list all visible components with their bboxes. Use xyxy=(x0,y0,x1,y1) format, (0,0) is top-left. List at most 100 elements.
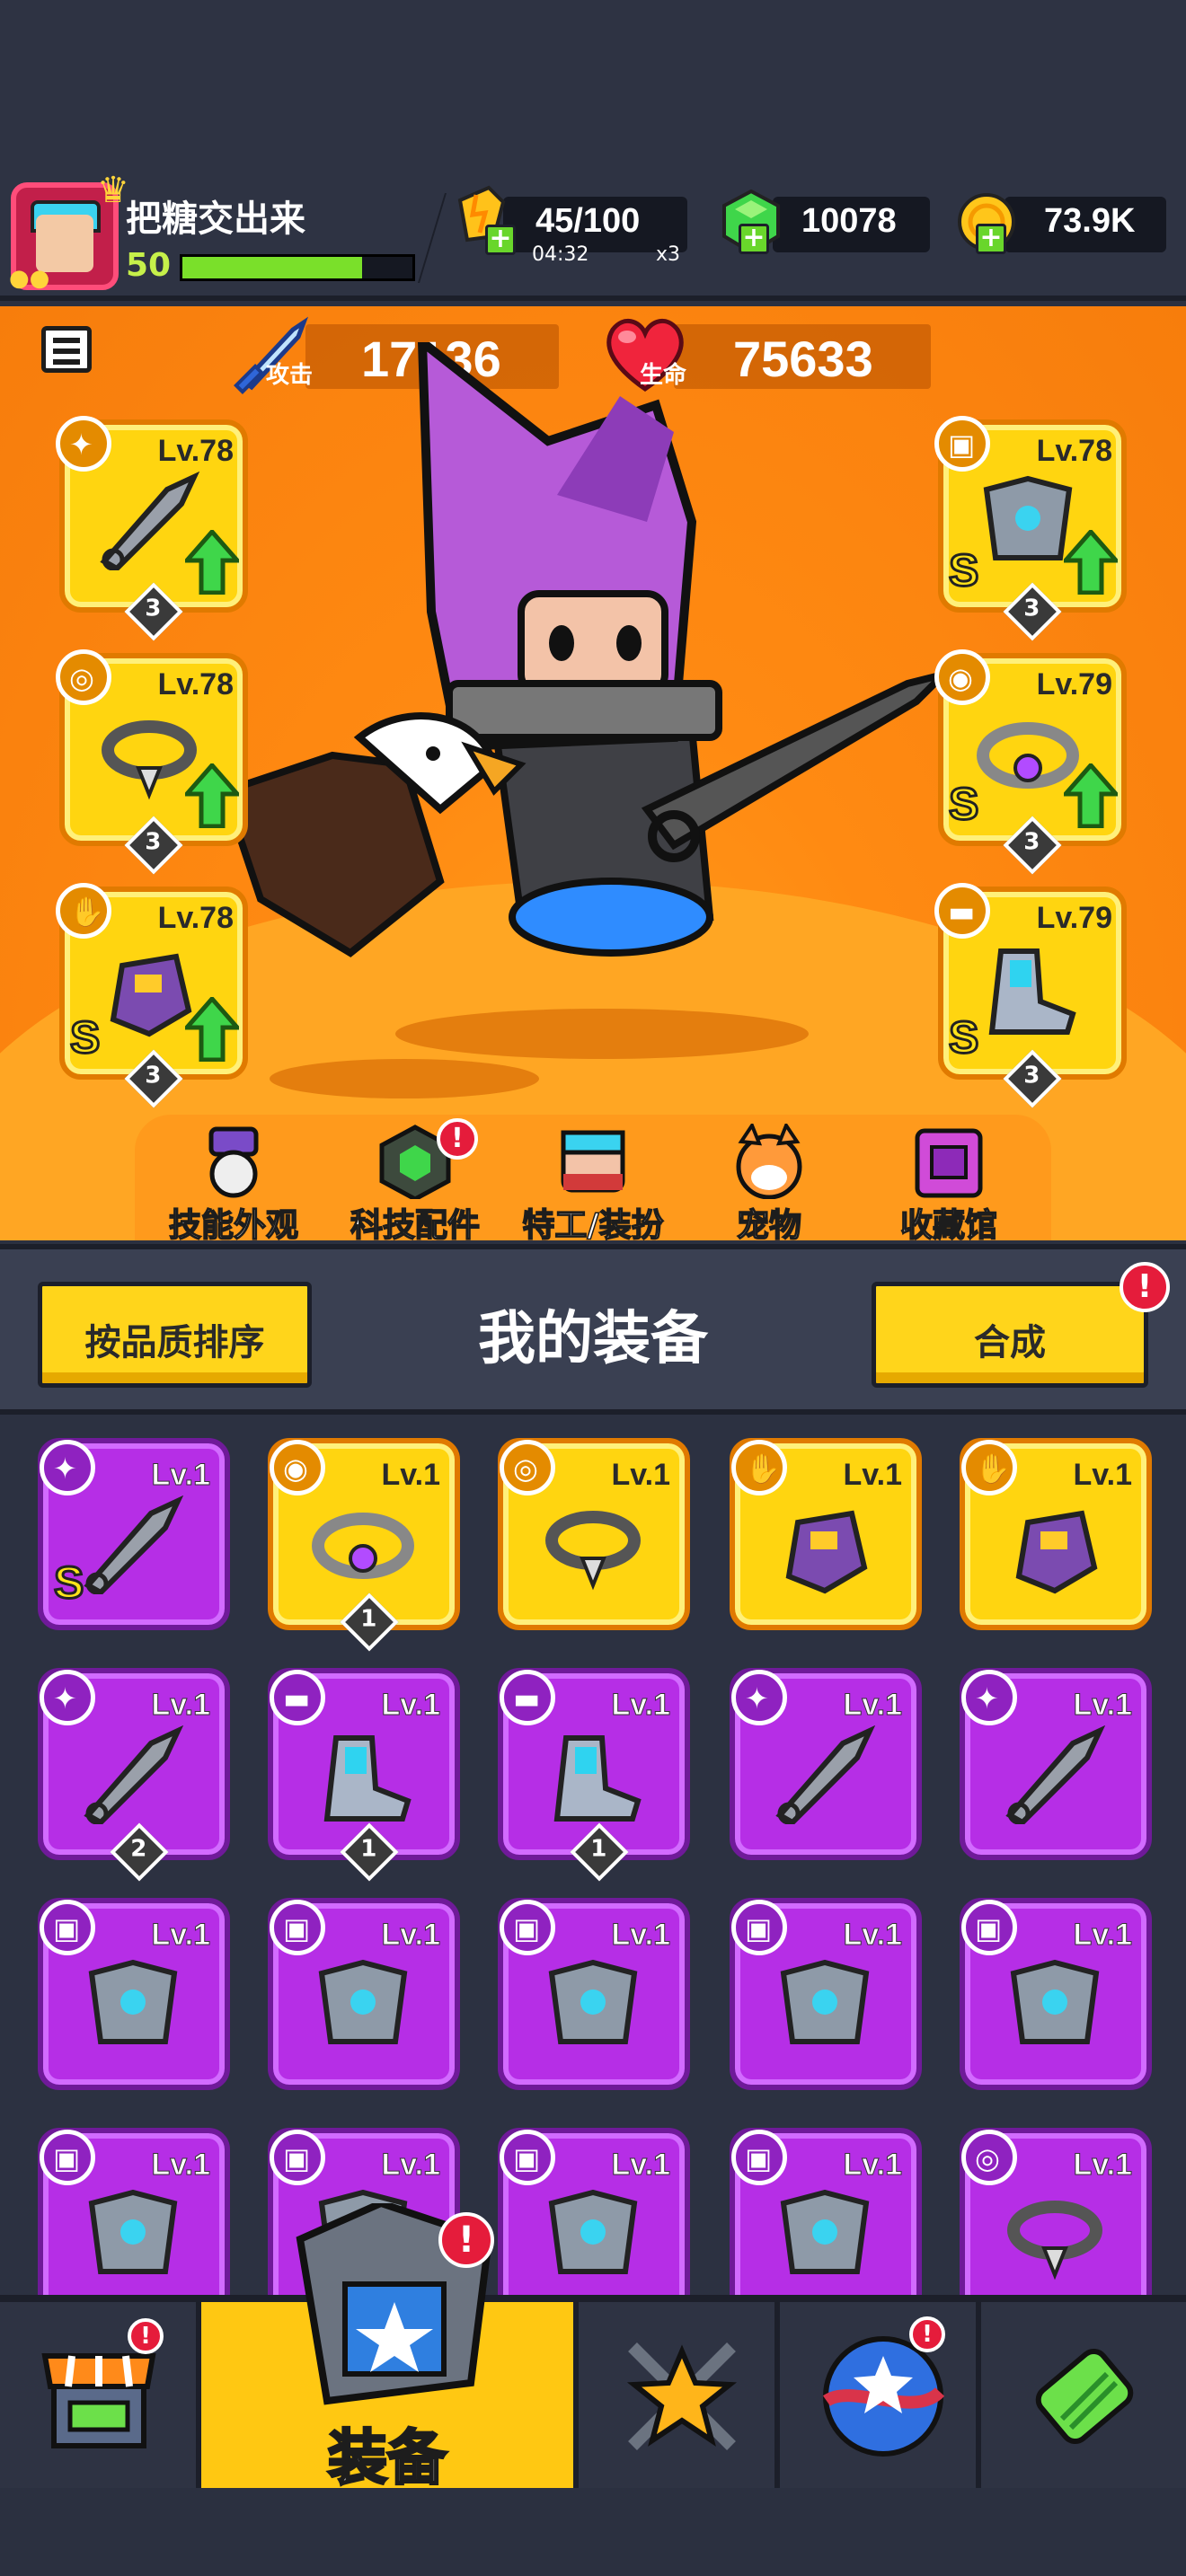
gems-display[interactable]: 10078 xyxy=(773,197,930,252)
inventory-item-armor[interactable]: ▣ Lv.1 xyxy=(960,1898,1152,2090)
item-level: Lv.1 xyxy=(381,1458,440,1492)
boots-art-icon xyxy=(988,948,1076,1035)
armor-type-icon: ▣ xyxy=(40,1900,95,1955)
gear-level: Lv.78 xyxy=(157,667,234,701)
inventory-item-armor[interactable]: ▣ Lv.1 xyxy=(38,1898,230,2090)
weapon-type-icon: ✦ xyxy=(40,1670,95,1725)
item-count-badge: 1 xyxy=(340,1592,399,1652)
gear-level: Lv.78 xyxy=(1036,434,1112,468)
sort-by-quality-button[interactable]: 按品质排序 xyxy=(38,1282,312,1388)
item-level: Lv.1 xyxy=(611,2148,671,2183)
item-level: Lv.1 xyxy=(381,1688,441,1723)
inventory-item-armor[interactable]: ▣ Lv.1 xyxy=(498,2128,690,2295)
gloves-art-icon xyxy=(1015,1510,1098,1594)
shortcut-tech-parts[interactable]: 科技配件! xyxy=(325,1118,505,1240)
gloves-type-icon: ✋ xyxy=(56,883,111,939)
xp-bar xyxy=(180,254,415,281)
gear-count: 3 xyxy=(145,828,162,856)
inventory-item-weapon[interactable]: ✦ Lv.1 S xyxy=(38,1438,230,1630)
item-level: Lv.1 xyxy=(843,1688,903,1723)
equipped-slot-weapon[interactable]: ✦ Lv.78 3 xyxy=(56,416,248,641)
equipped-slot-armor[interactable]: ▣ Lv.78 S 3 xyxy=(934,416,1127,641)
item-count-badge: 1 xyxy=(570,1822,629,1882)
agent-costume-icon xyxy=(561,1130,625,1193)
energy-add-button[interactable]: + xyxy=(485,225,516,255)
inventory-item-weapon[interactable]: ✦ Lv.1 2 xyxy=(38,1668,230,1882)
rank-badge: S xyxy=(947,778,979,831)
shortcut-collection[interactable]: 收藏馆 xyxy=(859,1124,1039,1240)
inventory-item-belt[interactable]: ◉ Lv.1 1 xyxy=(268,1438,460,1652)
armor-art-icon xyxy=(88,2189,178,2274)
item-level: Lv.1 xyxy=(843,1918,903,1953)
upgrade-arrow-icon xyxy=(185,997,239,1062)
sort-button-label: 按品质排序 xyxy=(84,1322,265,1363)
equipped-slot-boots[interactable]: ▬ Lv.79 S 3 xyxy=(934,883,1127,1108)
equipped-slot-belt[interactable]: ◉ Lv.79 S 3 xyxy=(934,649,1127,875)
nav-tab-equipment[interactable]: 装备 ! xyxy=(201,2203,579,2494)
armor-type-icon: ▣ xyxy=(270,2130,325,2185)
inventory-item-armor[interactable]: ▣ Lv.1 xyxy=(268,1898,460,2090)
collection-icon xyxy=(915,1128,983,1198)
inventory-item-boots[interactable]: ▬ Lv.1 1 xyxy=(268,1668,460,1882)
boots-type-icon: ▬ xyxy=(934,883,990,939)
inventory-item-gloves[interactable]: ✋ Lv.1 xyxy=(960,1438,1152,1630)
hero-character[interactable] xyxy=(225,342,961,1115)
equipped-slot-gloves[interactable]: ✋ Lv.78 S 3 xyxy=(56,883,248,1108)
gems-add-button[interactable]: + xyxy=(739,224,769,254)
merge-alert-badge: ! xyxy=(1120,1262,1170,1312)
avatar-face xyxy=(36,215,93,272)
shortcut-pet[interactable]: 宠物 xyxy=(679,1124,859,1240)
inventory-item-weapon[interactable]: ✦ Lv.1 xyxy=(960,1668,1152,1860)
nav-tab-events[interactable]: ! xyxy=(780,2302,981,2488)
item-count: 2 xyxy=(130,1835,147,1863)
inventory-item-armor[interactable]: ▣ Lv.1 xyxy=(498,1898,690,2090)
armor-type-icon: ▣ xyxy=(961,1900,1017,1955)
dna-capsule-icon xyxy=(1035,2348,1134,2445)
coins-add-button[interactable]: + xyxy=(976,224,1006,254)
weapon-type-icon: ✦ xyxy=(40,1440,95,1495)
shortcut-agent-costume[interactable]: 特工/装扮 xyxy=(503,1124,683,1240)
necklace-type-icon: ◎ xyxy=(961,2130,1017,2185)
item-level: Lv.1 xyxy=(151,1458,211,1493)
item-level: Lv.1 xyxy=(151,1918,211,1953)
gear-level: Lv.79 xyxy=(1036,667,1112,701)
player-name: 把糖交出来 xyxy=(126,199,305,239)
energy-multiplier: x3 xyxy=(656,243,681,266)
inventory-item-necklace[interactable]: ◎ Lv.1 xyxy=(498,1438,690,1630)
equipment-alert-badge: ! xyxy=(438,2212,494,2268)
weapon-type-icon: ✦ xyxy=(56,416,111,472)
shortcut-skill-skin[interactable]: 技能外观 xyxy=(144,1124,323,1240)
weapon-art-icon xyxy=(775,1725,876,1824)
weapon-art-icon xyxy=(84,1725,184,1824)
rank-badge: S xyxy=(68,1011,101,1064)
home-indicator-area xyxy=(0,2488,1186,2576)
inventory-item-necklace[interactable]: ◎ Lv.1 xyxy=(960,2128,1152,2295)
nav-tab-evolution[interactable] xyxy=(981,2302,1186,2488)
inventory-item-weapon[interactable]: ✦ Lv.1 xyxy=(730,1668,922,1860)
gloves-type-icon: ✋ xyxy=(731,1440,787,1495)
hero-area: 17136 攻击 75633 生命 ✦Lv.783◎Lv.783✋L xyxy=(0,306,1186,1240)
gear-level: Lv.79 xyxy=(1036,901,1112,935)
boots-art-icon xyxy=(553,1735,642,1822)
bottom-navigation: ! 装备 ! ! xyxy=(0,2203,1186,2494)
gear-count: 3 xyxy=(1023,595,1040,622)
inventory-item-armor[interactable]: ▣ Lv.1 xyxy=(730,1898,922,2090)
armor-type-icon: ▣ xyxy=(500,2130,555,2185)
rank-badge: S xyxy=(947,544,979,597)
inventory-item-armor[interactable]: ▣ Lv.1 xyxy=(38,2128,230,2295)
inventory-item-boots[interactable]: ▬ Lv.1 1 xyxy=(498,1668,690,1882)
inventory-item-gloves[interactable]: ✋ Lv.1 xyxy=(730,1438,922,1630)
gloves-art-icon xyxy=(785,1510,868,1594)
menu-list-icon[interactable] xyxy=(41,326,92,373)
item-level: Lv.1 xyxy=(611,1918,671,1953)
shortcut-label: 特工/装扮 xyxy=(522,1206,665,1240)
coins-display[interactable]: 73.9K xyxy=(1005,197,1166,252)
necklace-art-icon xyxy=(545,1511,641,1591)
inventory-item-armor[interactable]: ▣ Lv.1 xyxy=(730,2128,922,2295)
nav-tab-shop[interactable]: ! xyxy=(0,2302,201,2488)
rank-badge: S xyxy=(947,1011,979,1064)
merge-button[interactable]: 合成 xyxy=(872,1282,1148,1388)
equipped-slot-necklace[interactable]: ◎ Lv.78 3 xyxy=(56,649,248,875)
nav-tab-battle[interactable] xyxy=(579,2302,780,2488)
item-level: Lv.1 xyxy=(611,1688,671,1723)
